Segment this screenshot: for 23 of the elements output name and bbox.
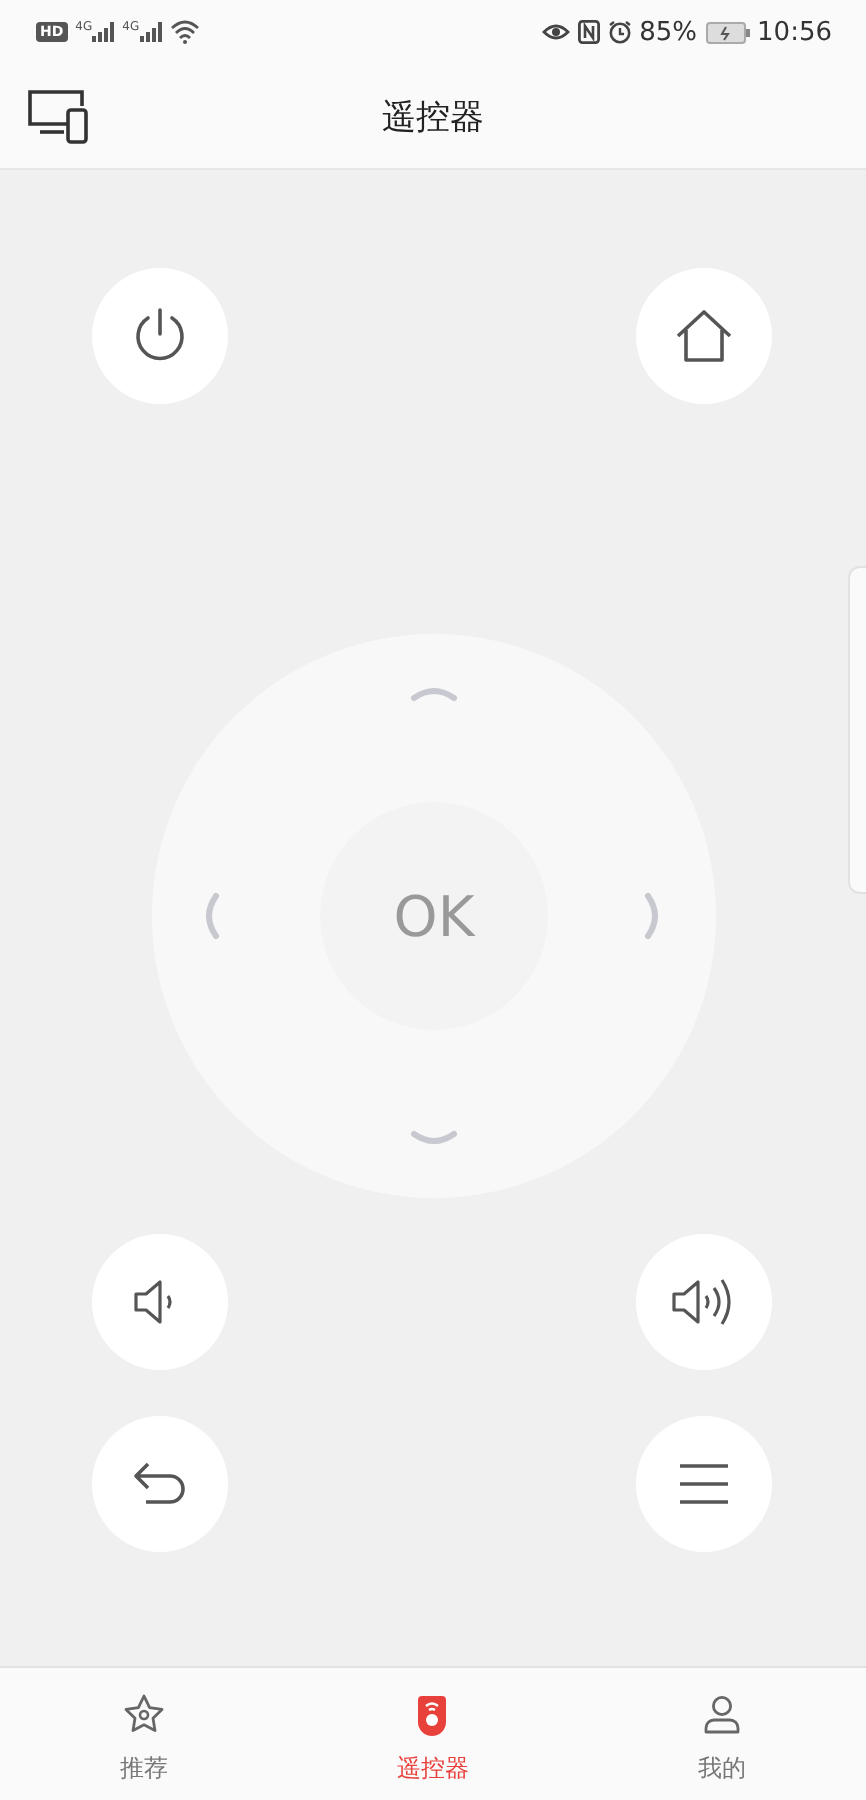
tab[interactable]: 我的 — [577, 1668, 866, 1800]
side-handle[interactable] — [848, 566, 866, 894]
home-icon — [674, 308, 734, 364]
signal-icon — [139, 22, 162, 42]
nfc-icon — [577, 20, 600, 44]
alarm-icon — [607, 20, 632, 44]
wifi-icon — [169, 20, 200, 44]
menu-icon — [678, 1462, 730, 1506]
clock-time: 10:56 — [757, 17, 832, 47]
back-icon — [130, 1458, 190, 1510]
battery-percent: 85% — [639, 17, 698, 47]
signal-icon — [92, 22, 115, 42]
devices-icon[interactable] — [26, 88, 90, 144]
power-icon — [132, 306, 188, 366]
star-icon — [122, 1692, 167, 1736]
eye-icon — [541, 22, 570, 42]
tab[interactable]: 推荐 — [0, 1668, 289, 1800]
tab[interactable]: 遥控器 — [288, 1668, 578, 1800]
person-icon — [699, 1692, 744, 1736]
page-title: 遥控器 — [380, 95, 486, 139]
battery-icon — [705, 21, 750, 43]
direction-pad[interactable]: OK — [152, 634, 716, 1198]
ok-button[interactable]: OK — [320, 802, 548, 1030]
